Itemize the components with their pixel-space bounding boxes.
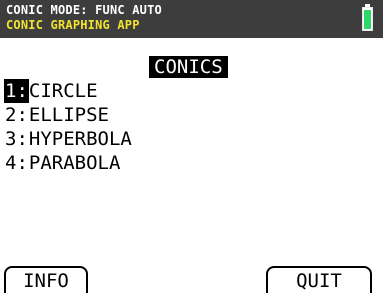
menu-item-hyperbola[interactable]: 3: HYPERBOLA <box>4 127 132 151</box>
menu-item-number: 4: <box>5 152 28 174</box>
menu-list: 1: CIRCLE 2: ELLIPSE 3: HYPERBOLA 4: PARABOL… <box>4 79 132 175</box>
quit-softkey[interactable]: QUIT <box>266 266 372 293</box>
battery-level-fill <box>364 10 371 29</box>
menu-item-label: ELLIPSE <box>28 104 109 126</box>
menu-item-label: PARABOLA <box>28 152 121 174</box>
mode-status-text: CONIC MODE: FUNC AUTO <box>6 3 162 17</box>
menu-item-parabola[interactable]: 4: PARABOLA <box>4 151 132 175</box>
menu-item-label: CIRCLE <box>28 80 98 102</box>
menu-title: CONICS <box>149 56 228 78</box>
menu-item-circle[interactable]: 1: CIRCLE <box>4 79 132 103</box>
menu-item-label: HYPERBOLA <box>28 128 132 150</box>
menu-item-number: 3: <box>5 128 28 150</box>
app-name-text: CONIC GRAPHING APP <box>6 18 140 32</box>
info-softkey[interactable]: INFO <box>4 266 88 293</box>
status-bar: CONIC MODE: FUNC AUTO CONIC GRAPHING APP <box>0 0 383 38</box>
menu-item-number: 1: <box>4 79 29 103</box>
calculator-screen: CONIC MODE: FUNC AUTO CONIC GRAPHING APP… <box>0 0 383 293</box>
menu-item-number: 2: <box>5 104 28 126</box>
menu-item-ellipse[interactable]: 2: ELLIPSE <box>4 103 132 127</box>
